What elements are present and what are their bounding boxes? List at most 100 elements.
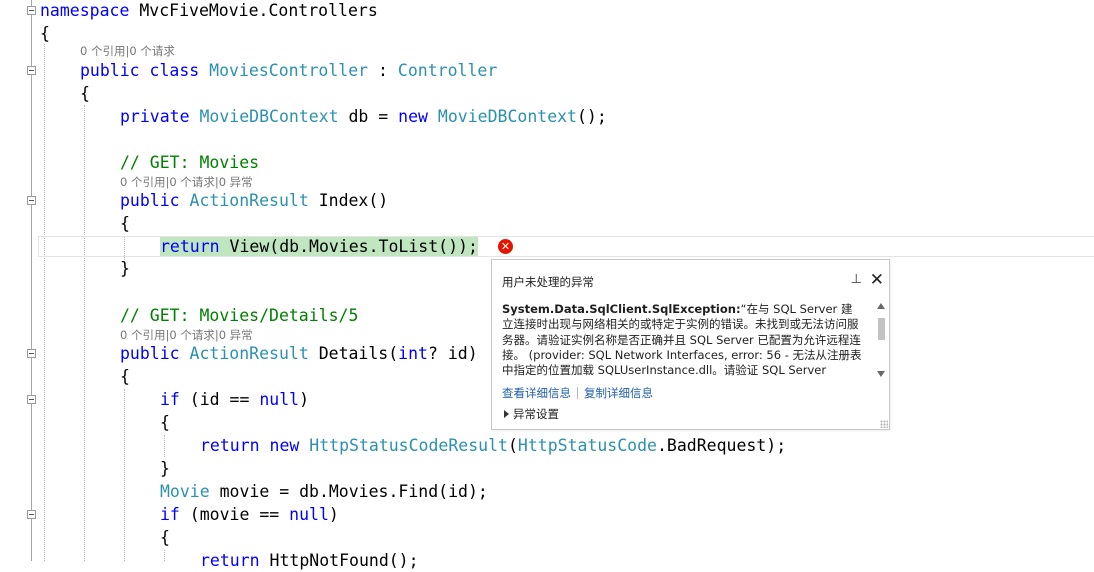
indent-guide [84, 105, 85, 561]
fold-toggle-icon[interactable] [27, 349, 36, 358]
code-line-namespace: namespace MvcFiveMovie.Controllers [40, 0, 378, 22]
keyword-new: new [398, 107, 438, 126]
exception-settings-toggle[interactable]: 异常设置 [504, 406, 559, 422]
brace: } [120, 259, 130, 278]
keyword-private: private [120, 107, 200, 126]
condition: (movie == [179, 505, 290, 524]
namespace-name: MvcFiveMovie.Controllers [129, 1, 378, 20]
brace: { [80, 84, 90, 103]
expand-icon [504, 410, 509, 418]
indent-guide [164, 550, 165, 561]
popup-header: 用户未处理的异常 ⊥ ✕ [492, 260, 889, 304]
code-line-brace: { [160, 527, 170, 549]
keyword-namespace: namespace [40, 1, 130, 20]
code-line-return-badrequest: return new HttpStatusCodeResult(HttpStat… [200, 435, 786, 457]
code-editor[interactable]: namespace MvcFiveMovie.Controllers { 0 个… [0, 0, 1094, 570]
code-line-movie-find: Movie movie = db.Movies.Find(id); [160, 481, 488, 503]
keyword-return-new: return new [200, 436, 310, 455]
paren: ) [299, 390, 310, 409]
error-icon[interactable]: ✕ [498, 239, 513, 254]
code-line-if-movie: if (movie == null) [160, 504, 339, 526]
pin-icon[interactable]: ⊥ [851, 273, 862, 287]
type-name: Movie [160, 482, 210, 501]
code-line-if-id: if (id == null) [160, 389, 309, 411]
scroll-down-icon[interactable] [877, 371, 885, 377]
code-line-brace: { [80, 83, 90, 105]
method-name: Index() [308, 191, 389, 210]
codelens-class[interactable]: 0 个引用|0 个请求 [80, 43, 175, 59]
brace: { [120, 214, 130, 233]
keyword-if: if [160, 390, 180, 409]
outline-bar [31, 0, 32, 561]
fold-toggle-icon[interactable] [27, 66, 36, 75]
field-decl: db = [338, 107, 399, 126]
code-line-brace: } [160, 458, 170, 480]
exception-settings-label: 异常设置 [513, 407, 559, 421]
code-line-brace: } [120, 258, 130, 280]
code-line-comment-index: // GET: Movies [120, 153, 260, 172]
view-details-link[interactable]: 查看详细信息 [502, 386, 571, 400]
member-access: .BadRequest); [656, 436, 787, 455]
code-line-field: private MovieDBContext db = new MovieDBC… [120, 106, 607, 128]
fold-toggle-icon[interactable] [27, 510, 36, 519]
popup-scrollbar[interactable] [876, 303, 886, 377]
paren: ) [328, 505, 339, 524]
exception-type: System.Data.SqlClient.SqlException: [502, 302, 741, 316]
keyword-public: public [120, 344, 190, 363]
fold-toggle-icon[interactable] [27, 395, 36, 404]
indent-guide [164, 435, 165, 457]
code-line-class: public class MoviesController : Controll… [80, 60, 497, 82]
keyword-if: if [160, 505, 180, 524]
type-name: ActionResult [189, 191, 309, 210]
code-line-details-signature: public ActionResult Details(int? id) [120, 343, 478, 365]
field-end: (); [577, 107, 607, 126]
scroll-thumb[interactable] [878, 318, 885, 340]
keyword-null: null [259, 390, 300, 409]
class-name: MoviesController [209, 61, 369, 80]
resize-grip-icon[interactable] [880, 420, 888, 428]
parameter: ? id) [427, 344, 478, 363]
popup-title: 用户未处理的异常 [502, 275, 594, 289]
condition: (id == [179, 390, 260, 409]
type-name: ActionResult [189, 344, 309, 363]
brace: { [160, 413, 170, 432]
brace: { [120, 367, 130, 386]
code-line-brace: { [160, 412, 170, 434]
type-name: MovieDBContext [437, 107, 577, 126]
code-line-brace: { [120, 213, 130, 235]
link-separator [577, 387, 578, 399]
keyword-return: return [160, 237, 220, 256]
type-name: MovieDBContext [199, 107, 339, 126]
code-line-brace: { [120, 366, 130, 388]
return-expression: View(db.Movies.ToList()); [219, 237, 478, 256]
base-class: Controller [397, 61, 498, 80]
indent-guide [44, 44, 45, 561]
copy-details-link[interactable]: 复制详细信息 [584, 386, 653, 400]
code-line-return-current[interactable]: return View(db.Movies.ToList()); [160, 236, 478, 258]
fold-toggle-icon[interactable] [27, 6, 36, 15]
close-icon[interactable]: ✕ [870, 272, 884, 289]
brace: } [160, 459, 170, 478]
colon: : [368, 61, 398, 80]
type-name: HttpStatusCodeResult [309, 436, 508, 455]
type-name: HttpStatusCode [517, 436, 657, 455]
code-line-index-signature: public ActionResult Index() [120, 190, 388, 212]
code-line-return-notfound: return HttpNotFound(); [200, 550, 419, 572]
brace: { [40, 24, 50, 43]
exception-message: System.Data.SqlClient.SqlException:“在与 S… [502, 302, 862, 380]
codelens-details[interactable]: 0 个引用|0 个请求|0 异常 [120, 327, 253, 343]
scroll-up-icon[interactable] [877, 303, 885, 309]
method-name: Details( [308, 344, 399, 363]
popup-links: 查看详细信息 复制详细信息 [502, 385, 653, 401]
fold-toggle-icon[interactable] [27, 196, 36, 205]
paren: ( [507, 436, 518, 455]
keyword-class: class [139, 61, 210, 80]
keyword-public: public [120, 191, 190, 210]
keyword-int: int [398, 344, 428, 363]
keyword-null: null [289, 505, 329, 524]
code-line-brace: { [40, 23, 50, 45]
statement: movie = db.Movies.Find(id); [209, 482, 488, 501]
code-line-comment-details: // GET: Movies/Details/5 [120, 306, 359, 325]
codelens-index[interactable]: 0 个引用|0 个请求|0 异常 [120, 174, 253, 190]
brace: { [160, 528, 170, 547]
